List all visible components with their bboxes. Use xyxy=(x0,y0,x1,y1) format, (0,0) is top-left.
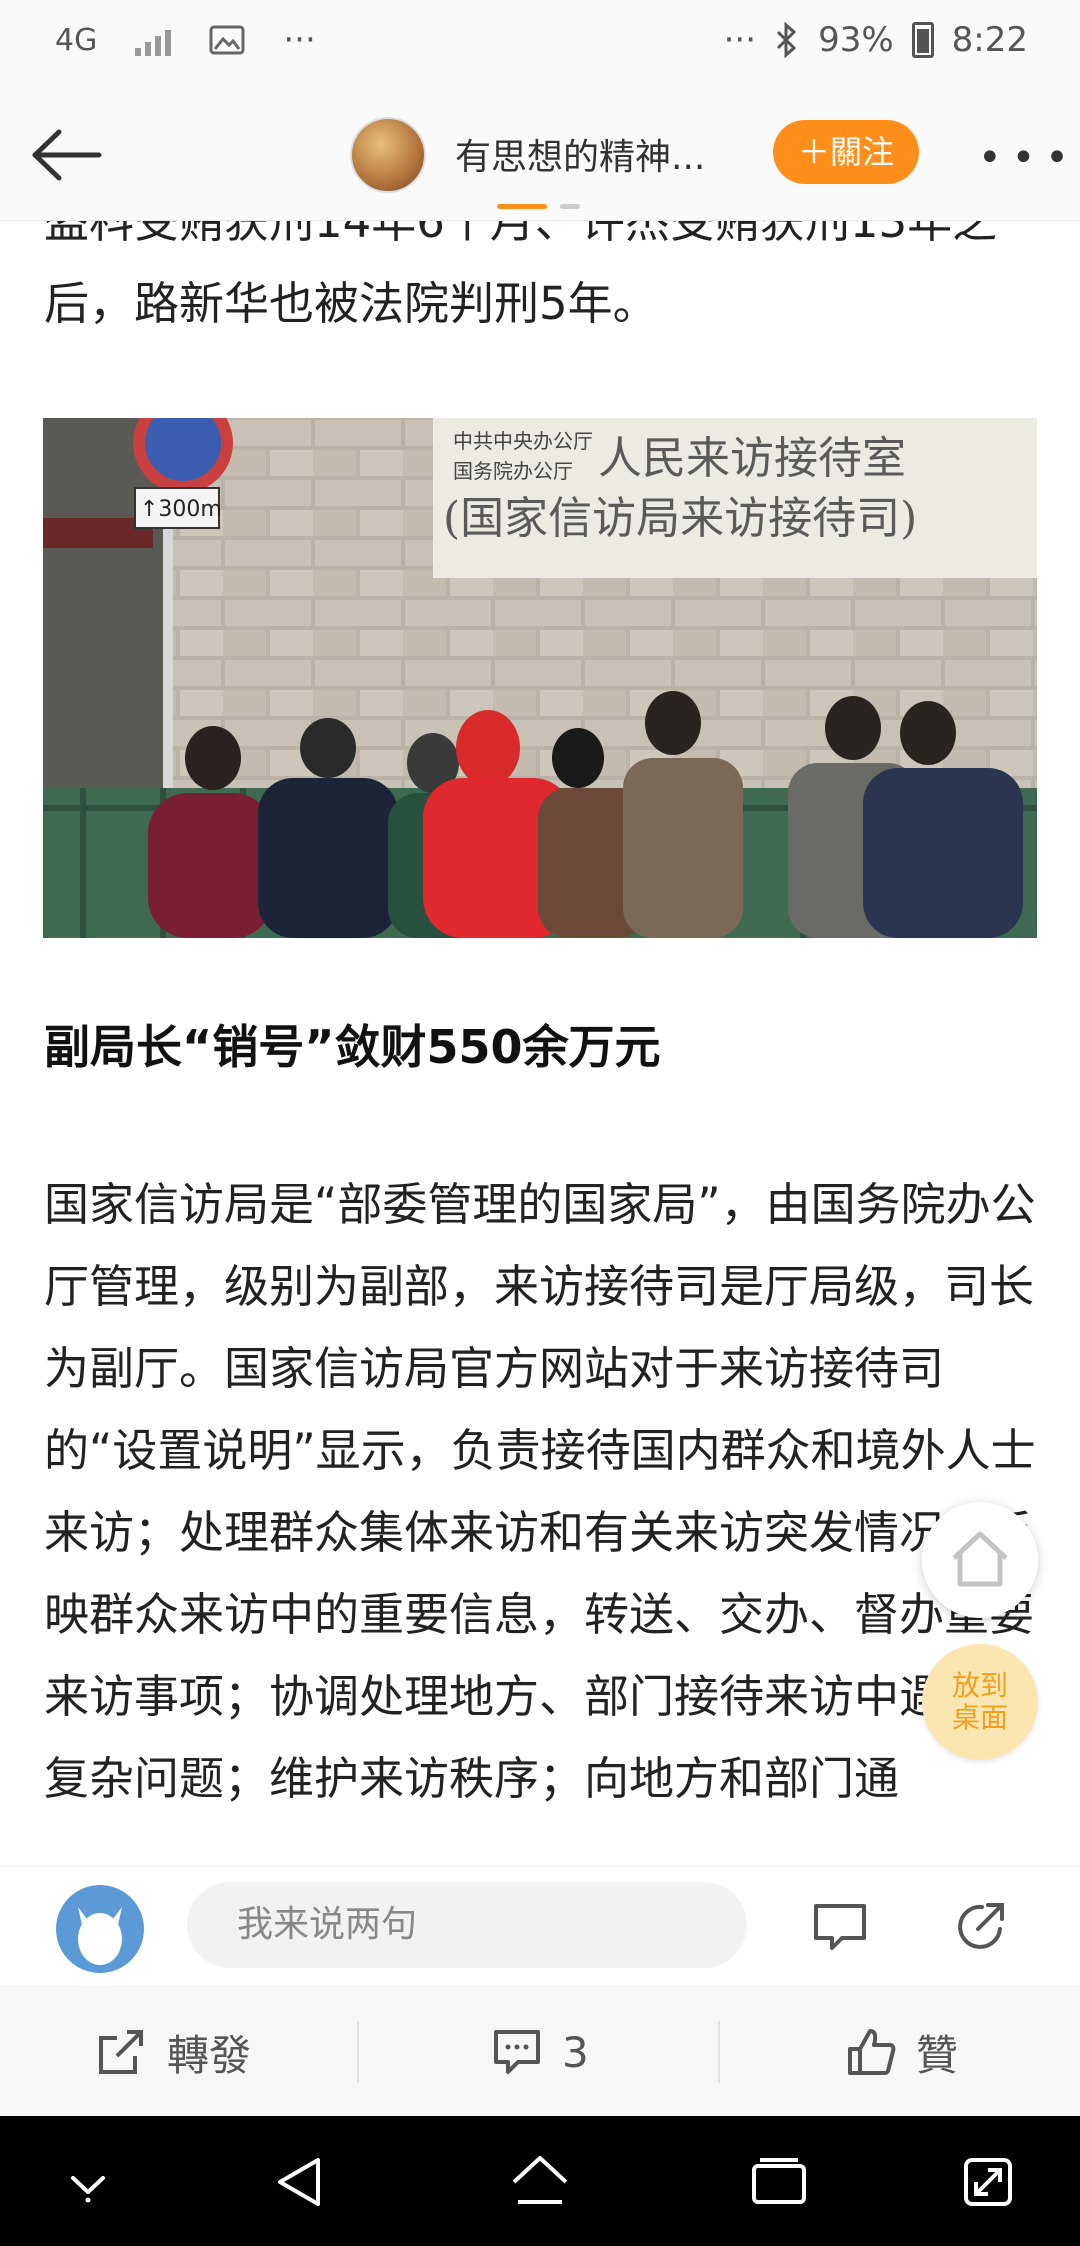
like-button[interactable]: 贊 xyxy=(846,1987,958,2117)
add-to-desktop-button[interactable]: 放到桌面 xyxy=(922,1644,1038,1760)
thumbs-up-icon xyxy=(848,2029,896,2075)
recent-apps-icon[interactable] xyxy=(748,2156,810,2210)
like-label: 贊 xyxy=(916,2030,959,2080)
action-bar: 轉發 3 贊 xyxy=(0,1986,1080,2117)
repost-label: 轉發 xyxy=(167,2030,252,2080)
divider xyxy=(718,2021,720,2083)
article-photo[interactable]: 中共中央办公厅 国务院办公厅 人民来访接待室 (国家信访局来访接待司) ↑300… xyxy=(43,418,1037,938)
road-sign-text: ↑300m xyxy=(140,497,222,522)
add-to-desktop-label: 放到桌面 xyxy=(951,1669,1008,1734)
gallery-icon xyxy=(209,25,245,55)
repost-icon xyxy=(99,2030,143,2074)
status-dots: ··· xyxy=(723,20,757,60)
more-options-icon[interactable]: ••• xyxy=(978,135,1079,181)
home-house-icon[interactable] xyxy=(508,2152,572,2212)
top-navigation-bar: 有思想的精神... ＋關注 ••• xyxy=(0,90,1080,221)
back-arrow-icon[interactable] xyxy=(25,120,105,190)
article-content[interactable]: 盗科受贿获刑14年6个月、许杰受贿获刑13年之后，路新华也被法院判刑5年。 中共… xyxy=(0,221,1080,1866)
follow-button[interactable]: ＋關注 xyxy=(773,120,919,184)
account-name[interactable]: 有思想的精神... xyxy=(455,128,705,180)
article-paragraph: 国家信访局是“部委管理的国家局”，由国务院办公厅管理，级别为副部，来访接待司是厅… xyxy=(44,1178,1036,1805)
more-notifications: ··· xyxy=(283,20,316,60)
divider xyxy=(357,2021,359,2083)
comment-count: 3 xyxy=(562,2027,589,2077)
page-indicator-active xyxy=(497,204,547,209)
home-button[interactable] xyxy=(922,1502,1038,1618)
comments-icon[interactable] xyxy=(812,1902,868,1952)
share-icon[interactable] xyxy=(952,1899,1008,1955)
expand-icon[interactable] xyxy=(960,2154,1016,2210)
page-indicator-inactive xyxy=(560,204,580,209)
section-subheading: 副局长“销号”敛财550余万元 xyxy=(44,1020,661,1074)
sign-main: 人民来访接待室 xyxy=(598,433,906,484)
system-navigation-bar xyxy=(0,2116,1080,2246)
bluetooth-icon xyxy=(777,22,797,58)
battery-percent: 93% xyxy=(818,20,894,60)
user-avatar[interactable] xyxy=(56,1885,144,1973)
comment-input[interactable]: 我来说两句 xyxy=(187,1882,747,1968)
status-bar: 4G ··· ··· 93% 8:22 xyxy=(0,0,1080,90)
network-indicator: 4G xyxy=(55,22,98,58)
back-triangle-icon[interactable] xyxy=(272,2154,328,2210)
comment-bar: 我来说两句 xyxy=(0,1866,1080,1987)
repost-button[interactable]: 轉發 xyxy=(95,1987,251,2117)
sign-sub: (国家信访局来访接待司) xyxy=(443,493,917,544)
sign-line2: 国务院办公厅 xyxy=(453,459,573,483)
comment-icon xyxy=(494,2030,540,2074)
battery-icon xyxy=(911,22,934,58)
signal-icon xyxy=(135,24,172,56)
article-paragraph: 盗科受贿获刑14年6个月、许杰受贿获刑13年之后，路新华也被法院判刑5年。 xyxy=(44,221,998,330)
clock: 8:22 xyxy=(951,20,1028,60)
account-avatar[interactable] xyxy=(350,117,426,193)
chevron-down-icon[interactable] xyxy=(65,2164,111,2204)
sign-line1: 中共中央办公厅 xyxy=(453,429,593,453)
comment-count-button[interactable]: 3 xyxy=(492,1987,589,2117)
home-icon xyxy=(952,1531,1008,1587)
